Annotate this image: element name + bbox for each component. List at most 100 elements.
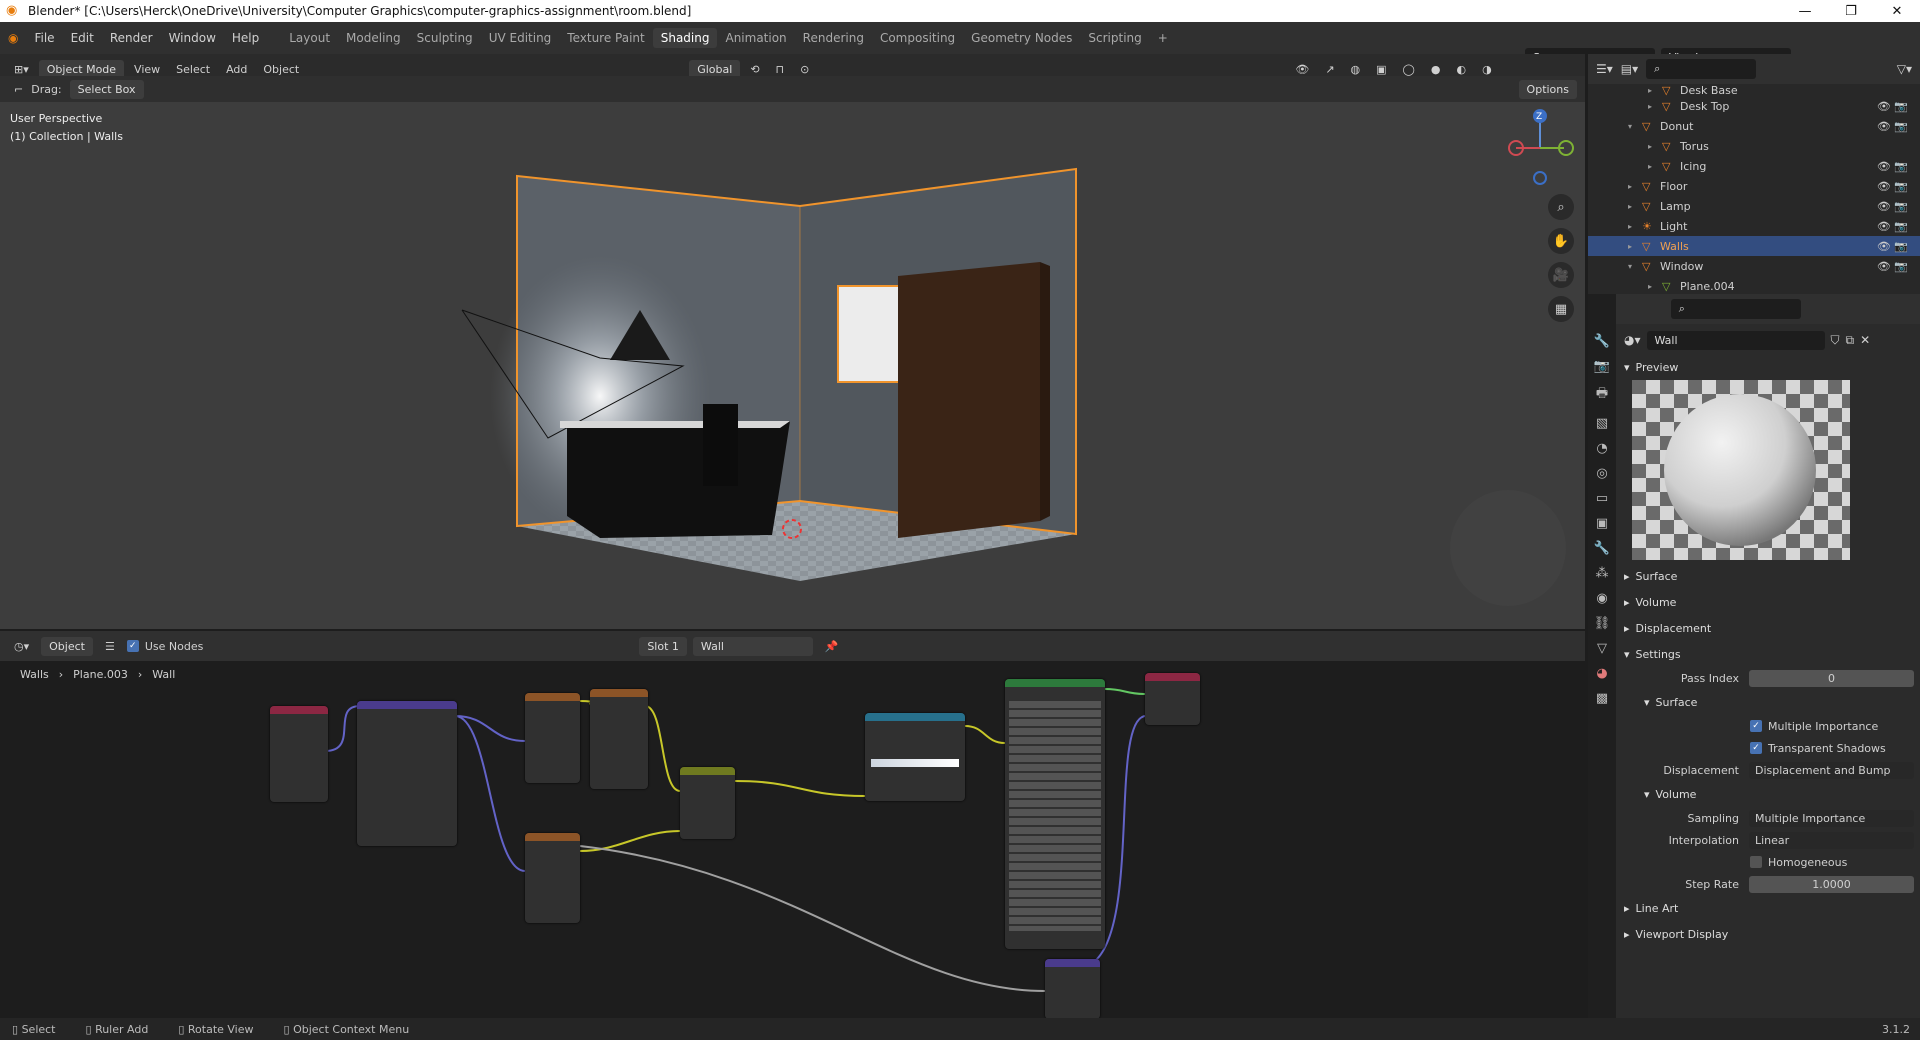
output-tab-icon[interactable]: 🖶 xyxy=(1596,384,1608,406)
object-tab-icon[interactable]: ▣ xyxy=(1596,516,1608,531)
tab-animation[interactable]: Animation xyxy=(717,28,794,48)
interpolation-dropdown[interactable]: Linear xyxy=(1749,831,1914,849)
outliner-row-plane004[interactable]: ▸ ▽ Plane.004 xyxy=(1588,276,1920,296)
panel-surface[interactable]: ▸ Surface xyxy=(1624,563,1914,589)
node-editor[interactable]: Walls › Plane.003 › Wall xyxy=(0,661,1585,1019)
mix-node[interactable] xyxy=(680,767,735,839)
color-ramp-node[interactable] xyxy=(865,713,965,801)
tab-compositing[interactable]: Compositing xyxy=(872,28,963,48)
axis-neg-z-icon[interactable] xyxy=(1533,171,1547,185)
close-button[interactable]: ✕ xyxy=(1874,4,1920,19)
data-tab-icon[interactable]: ▽ xyxy=(1597,641,1607,656)
panel-volume[interactable]: ▸ Volume xyxy=(1624,589,1914,615)
outliner-row-walls[interactable]: ▸ ▽ Walls 👁 📷 xyxy=(1588,236,1920,256)
panel-line-art[interactable]: ▸ Line Art xyxy=(1624,895,1914,921)
scene-tab-icon[interactable]: ◔ xyxy=(1596,441,1607,456)
window-frame[interactable] xyxy=(837,285,909,383)
outliner-row-light[interactable]: ▸ ☀ Light 👁 📷 xyxy=(1588,216,1920,236)
axis-gizmo[interactable]: Z xyxy=(1500,106,1580,186)
bookshelf[interactable] xyxy=(898,262,1040,538)
tab-texture-paint[interactable]: Texture Paint xyxy=(559,28,652,48)
transparent-shadows-checkbox[interactable]: ✓ Transparent Shadows xyxy=(1624,737,1914,759)
outliner-type-icon[interactable]: ☰▾ xyxy=(1596,62,1613,76)
shader-type-dropdown[interactable]: Object xyxy=(41,636,93,656)
visibility-eye-icon[interactable]: 👁 📷 xyxy=(1877,260,1908,273)
bookshelf-side[interactable] xyxy=(1040,262,1050,521)
visibility-eye-icon[interactable]: 👁 📷 xyxy=(1877,240,1908,253)
visibility-eye-icon[interactable]: 👁 📷 xyxy=(1877,120,1908,133)
menu-help[interactable]: Help xyxy=(224,28,267,48)
pass-index-field[interactable]: 0 xyxy=(1749,669,1914,687)
slot-dropdown[interactable]: Slot 1 xyxy=(639,636,687,656)
displacement-method-dropdown[interactable]: Displacement and Bump xyxy=(1749,761,1914,779)
outliner-row-floor[interactable]: ▸ ▽ Floor 👁 📷 xyxy=(1588,176,1920,196)
mapping-node[interactable] xyxy=(357,701,457,846)
navigation-gizmo-bg[interactable] xyxy=(1450,490,1566,606)
noise-texture-node-1[interactable] xyxy=(525,693,580,783)
constraints-tab-icon[interactable]: ⛓ xyxy=(1594,616,1611,631)
visibility-eye-icon[interactable]: 👁 📷 xyxy=(1877,220,1908,233)
outliner-row-icing[interactable]: ▸ ▽ Icing 👁 📷 xyxy=(1588,156,1920,176)
pan-hand-icon[interactable]: ✋ xyxy=(1548,228,1574,254)
panel-settings[interactable]: ▾ Settings xyxy=(1624,641,1914,667)
visibility-eye-icon[interactable]: 👁 📷 xyxy=(1877,160,1908,173)
outliner-row-window[interactable]: ▾ ▽ Window 👁 📷 xyxy=(1588,256,1920,276)
tab-modeling[interactable]: Modeling xyxy=(338,28,409,48)
displacement-node[interactable] xyxy=(1045,959,1100,1019)
panel-displacement[interactable]: ▸ Displacement xyxy=(1624,615,1914,641)
unlink-material-icon[interactable]: ✕ xyxy=(1860,333,1870,347)
multiple-importance-checkbox[interactable]: ✓ Multiple Importance xyxy=(1624,715,1914,737)
principled-bsdf-node[interactable] xyxy=(1005,679,1105,949)
maximize-button[interactable]: ❐ xyxy=(1828,4,1874,19)
camera-view-icon[interactable]: 🎥 xyxy=(1548,262,1574,288)
physics-tab-icon[interactable]: ◉ xyxy=(1596,591,1607,606)
particles-tab-icon[interactable]: ⁂ xyxy=(1596,566,1609,581)
blender-menu-icon[interactable]: ◉ xyxy=(0,31,26,45)
view-layer-tab-icon[interactable]: ▧ xyxy=(1596,416,1608,431)
outliner-row-desk-base[interactable]: ▸ ▽ Desk Base xyxy=(1588,84,1920,96)
homogeneous-checkbox[interactable]: Homogeneous xyxy=(1624,851,1914,873)
room-scene[interactable] xyxy=(0,76,1585,631)
material-tab-icon[interactable]: ◕ xyxy=(1596,666,1607,681)
fake-user-icon[interactable]: ⛉ xyxy=(1831,333,1840,348)
tab-shading[interactable]: Shading xyxy=(652,28,718,48)
visibility-eye-icon[interactable]: 👁 📷 xyxy=(1877,200,1908,213)
subpanel-volume[interactable]: ▾ Volume xyxy=(1624,781,1914,807)
tool-tab-icon[interactable]: 🔧 xyxy=(1594,334,1610,349)
node-editor-type-icon[interactable]: ◷▾ xyxy=(8,637,35,656)
menu-file[interactable]: File xyxy=(26,28,62,48)
subpanel-surface[interactable]: ▾ Surface xyxy=(1624,689,1914,715)
3d-viewport[interactable]: ⌐ Drag: Select Box Options User Perspect… xyxy=(0,76,1585,631)
material-output-node[interactable] xyxy=(1145,673,1200,725)
display-mode-icon[interactable]: ▤▾ xyxy=(1621,62,1638,76)
tab-rendering[interactable]: Rendering xyxy=(795,28,872,48)
outliner-row-lamp[interactable]: ▸ ▽ Lamp 👁 📷 xyxy=(1588,196,1920,216)
duplicate-material-icon[interactable]: ⧉ xyxy=(1846,333,1855,348)
tab-layout[interactable]: Layout xyxy=(281,28,338,48)
noise-texture-node-2[interactable] xyxy=(525,833,580,923)
outliner-search-icon[interactable]: ⌕ xyxy=(1646,59,1757,79)
add-workspace-button[interactable]: + xyxy=(1150,28,1176,48)
texture-tab-icon[interactable]: ▩ xyxy=(1596,691,1608,706)
desk[interactable] xyxy=(567,421,790,538)
menu-render[interactable]: Render xyxy=(102,28,161,48)
visibility-eye-icon[interactable]: 👁 📷 xyxy=(1877,100,1908,113)
bsdf-fields[interactable] xyxy=(1009,701,1101,931)
pin-icon[interactable]: 📌 xyxy=(819,637,845,656)
menu-edit[interactable]: Edit xyxy=(63,28,102,48)
world-tab-icon[interactable]: ◎ xyxy=(1596,466,1607,481)
filter-icon[interactable]: ▽▾ xyxy=(1897,62,1912,76)
material-browse-icon[interactable]: ◕▾ xyxy=(1624,333,1641,347)
outliner-row-desk-top[interactable]: ▸ ▽ Desk Top 👁 📷 xyxy=(1588,96,1920,116)
ortho-grid-icon[interactable]: ▦ xyxy=(1548,296,1574,322)
tab-uv-editing[interactable]: UV Editing xyxy=(481,28,560,48)
tab-scripting[interactable]: Scripting xyxy=(1080,28,1149,48)
panel-viewport-display[interactable]: ▸ Viewport Display xyxy=(1624,921,1914,947)
color-ramp-gradient[interactable] xyxy=(871,759,959,767)
sampling-dropdown[interactable]: Multiple Importance xyxy=(1749,809,1914,827)
texture-coordinate-node[interactable] xyxy=(270,706,328,802)
material-name-field[interactable]: Wall xyxy=(1646,330,1825,350)
use-nodes-checkbox[interactable]: ✓ Use Nodes xyxy=(126,635,203,657)
chair[interactable] xyxy=(703,404,738,486)
material-field[interactable]: Wall xyxy=(692,636,813,656)
